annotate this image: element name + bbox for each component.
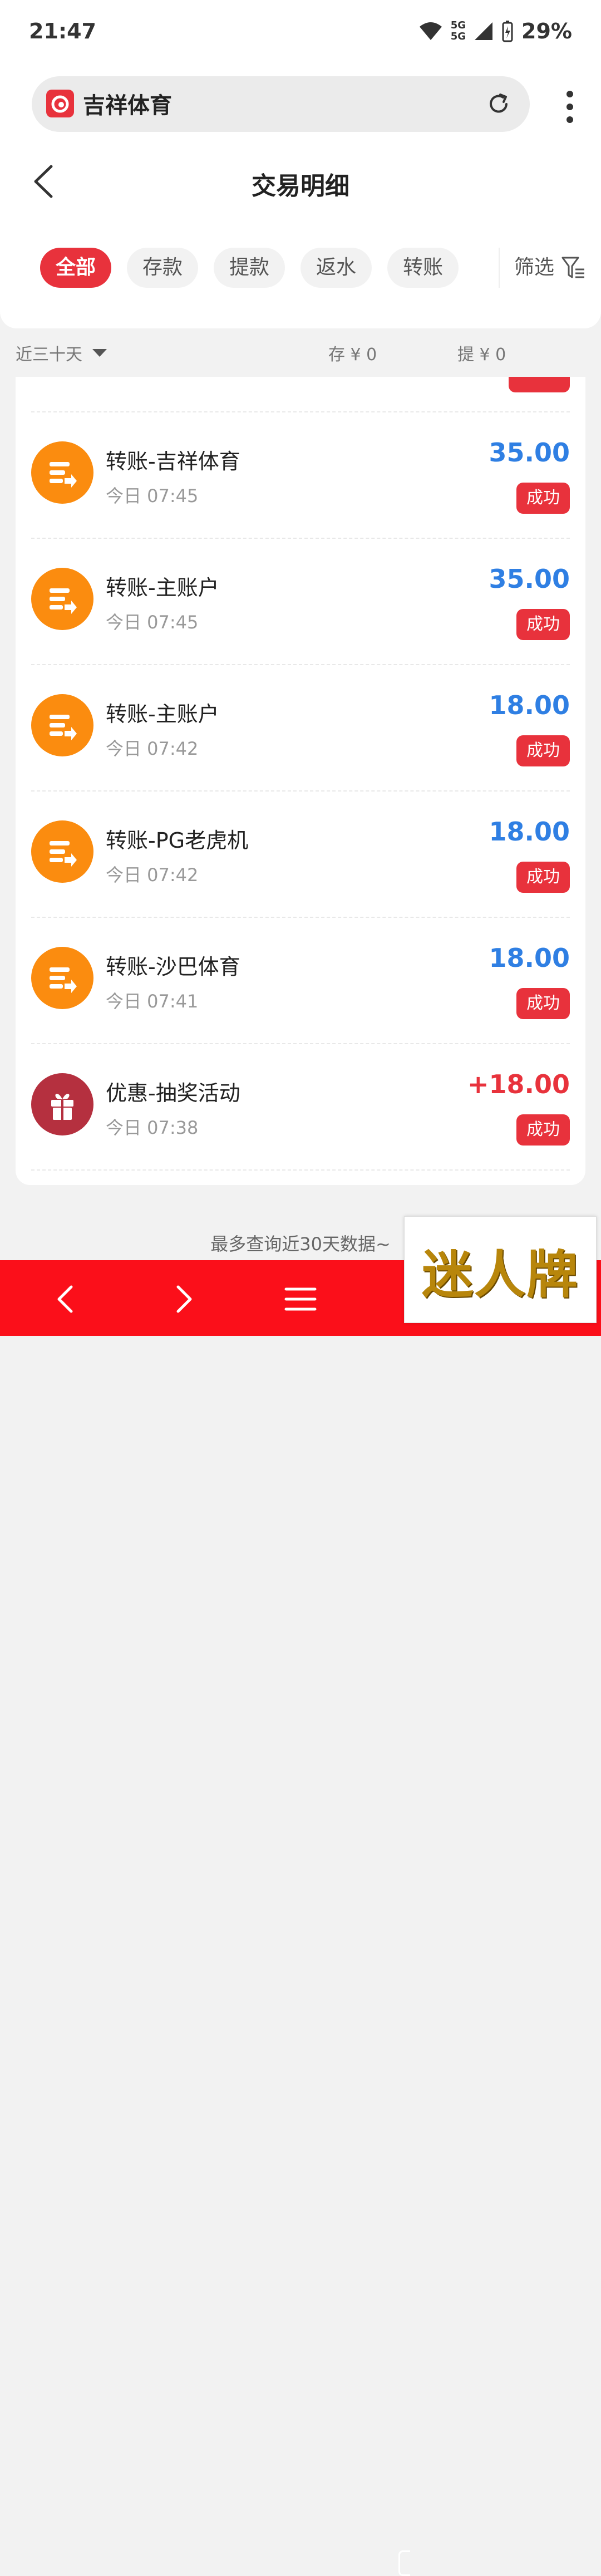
ad-text: 迷人牌	[421, 1245, 579, 1305]
transaction-time: 今日 07:45	[106, 485, 199, 507]
transfer-icon	[31, 568, 93, 630]
transaction-name: 转账-吉祥体育	[106, 449, 240, 474]
transaction-name: 转账-沙巴体育	[106, 955, 240, 979]
transaction-amount: 35.00	[489, 564, 570, 594]
filter-label: 筛选	[514, 256, 554, 279]
transfer-icon	[31, 947, 93, 1009]
status-badge: 成功	[516, 609, 570, 640]
battery-icon	[502, 21, 513, 42]
transaction-amount: 35.00	[489, 437, 570, 468]
filter-icon	[561, 257, 584, 278]
transaction-list: 转账-吉祥体育 今日 07:45 35.00 成功 转账-主账户 今日 07:4…	[16, 377, 585, 1185]
gift-icon	[31, 1073, 93, 1135]
transfer-icon	[31, 694, 93, 756]
status-badge: 成功	[516, 735, 570, 766]
transfer-icon	[31, 820, 93, 883]
status-icons: 5G 5G 29%	[418, 19, 572, 43]
divider	[31, 1169, 570, 1171]
transaction-time: 今日 07:41	[106, 991, 199, 1012]
caret-down-icon	[92, 349, 107, 357]
transaction-name: 转账-主账户	[106, 576, 219, 600]
address-bar[interactable]: 吉祥体育	[32, 76, 530, 132]
status-badge: 成功	[516, 483, 570, 514]
withdraw-total: 提 ¥ 0	[457, 345, 506, 365]
site-title: 吉祥体育	[83, 93, 172, 119]
filter-button[interactable]: 筛选	[498, 248, 587, 288]
tab-deposit[interactable]: 存款	[127, 248, 199, 288]
status-time: 21:47	[29, 19, 96, 43]
transaction-time: 今日 07:42	[106, 738, 199, 759]
transaction-time: 今日 07:45	[106, 612, 199, 633]
transaction-time: 今日 07:42	[106, 864, 199, 886]
battery-level: 29%	[521, 19, 572, 43]
deposit-total: 存 ¥ 0	[328, 345, 377, 365]
transaction-amount: 18.00	[489, 690, 570, 720]
transaction-row[interactable]: 转账-主账户 今日 07:42 18.00 成功	[16, 665, 585, 790]
transaction-time: 今日 07:38	[106, 1117, 199, 1138]
transaction-amount: 18.00	[489, 943, 570, 973]
menu-icon[interactable]	[284, 1282, 317, 1316]
transaction-row[interactable]: 转账-沙巴体育 今日 07:41 18.00 成功	[16, 917, 585, 1043]
nav-forward-icon[interactable]	[166, 1282, 199, 1316]
date-range-label: 近三十天	[16, 345, 82, 365]
transaction-row[interactable]: 转账-吉祥体育 今日 07:45 35.00 成功	[16, 412, 585, 538]
site-logo-icon	[46, 90, 74, 117]
status-bar: 21:47 5G 5G 29%	[0, 0, 601, 64]
filter-tabs: 全部 存款 提款 返水 转账	[40, 248, 459, 288]
status-badge: 成功	[516, 862, 570, 893]
page-title: 交易明细	[252, 172, 349, 200]
status-badge: 成功	[516, 1114, 570, 1146]
status-badge	[509, 377, 570, 392]
summary-bar: 近三十天 存 ¥ 0 提 ¥ 0	[0, 333, 601, 371]
wifi-icon	[419, 22, 442, 40]
ad-banner[interactable]: 迷人牌	[404, 1216, 597, 1323]
transaction-name: 优惠-抽奖活动	[106, 1081, 240, 1105]
reload-icon[interactable]	[485, 91, 512, 117]
tabs-icon[interactable]	[398, 2550, 410, 2576]
tab-all[interactable]: 全部	[40, 248, 112, 288]
transaction-amount: 18.00	[489, 817, 570, 847]
transfer-icon	[31, 441, 93, 504]
more-menu-icon[interactable]	[564, 90, 575, 124]
signal-icon	[475, 22, 493, 40]
transaction-name: 转账-主账户	[106, 702, 219, 726]
page-header: 交易明细 全部 存款 提款 返水 转账 筛选	[0, 148, 601, 328]
transaction-row[interactable]: 转账-PG老虎机 今日 07:42 18.00 成功	[16, 791, 585, 917]
transaction-row[interactable]: 转账-主账户 今日 07:45 35.00 成功	[16, 538, 585, 664]
transaction-amount: +18.00	[467, 1069, 570, 1099]
transaction-name: 转账-PG老虎机	[106, 828, 249, 853]
tab-rebate[interactable]: 返水	[300, 248, 372, 288]
network-icon: 5G 5G	[450, 19, 466, 42]
tab-transfer[interactable]: 转账	[387, 248, 459, 288]
nav-back-icon[interactable]	[50, 1282, 83, 1316]
date-range-dropdown[interactable]: 近三十天	[16, 341, 108, 365]
status-badge: 成功	[516, 988, 570, 1019]
browser-bar: 吉祥体育	[0, 64, 601, 148]
tab-withdraw[interactable]: 提款	[214, 248, 285, 288]
transaction-row[interactable]: 优惠-抽奖活动 今日 07:38 +18.00 成功	[16, 1044, 585, 1169]
